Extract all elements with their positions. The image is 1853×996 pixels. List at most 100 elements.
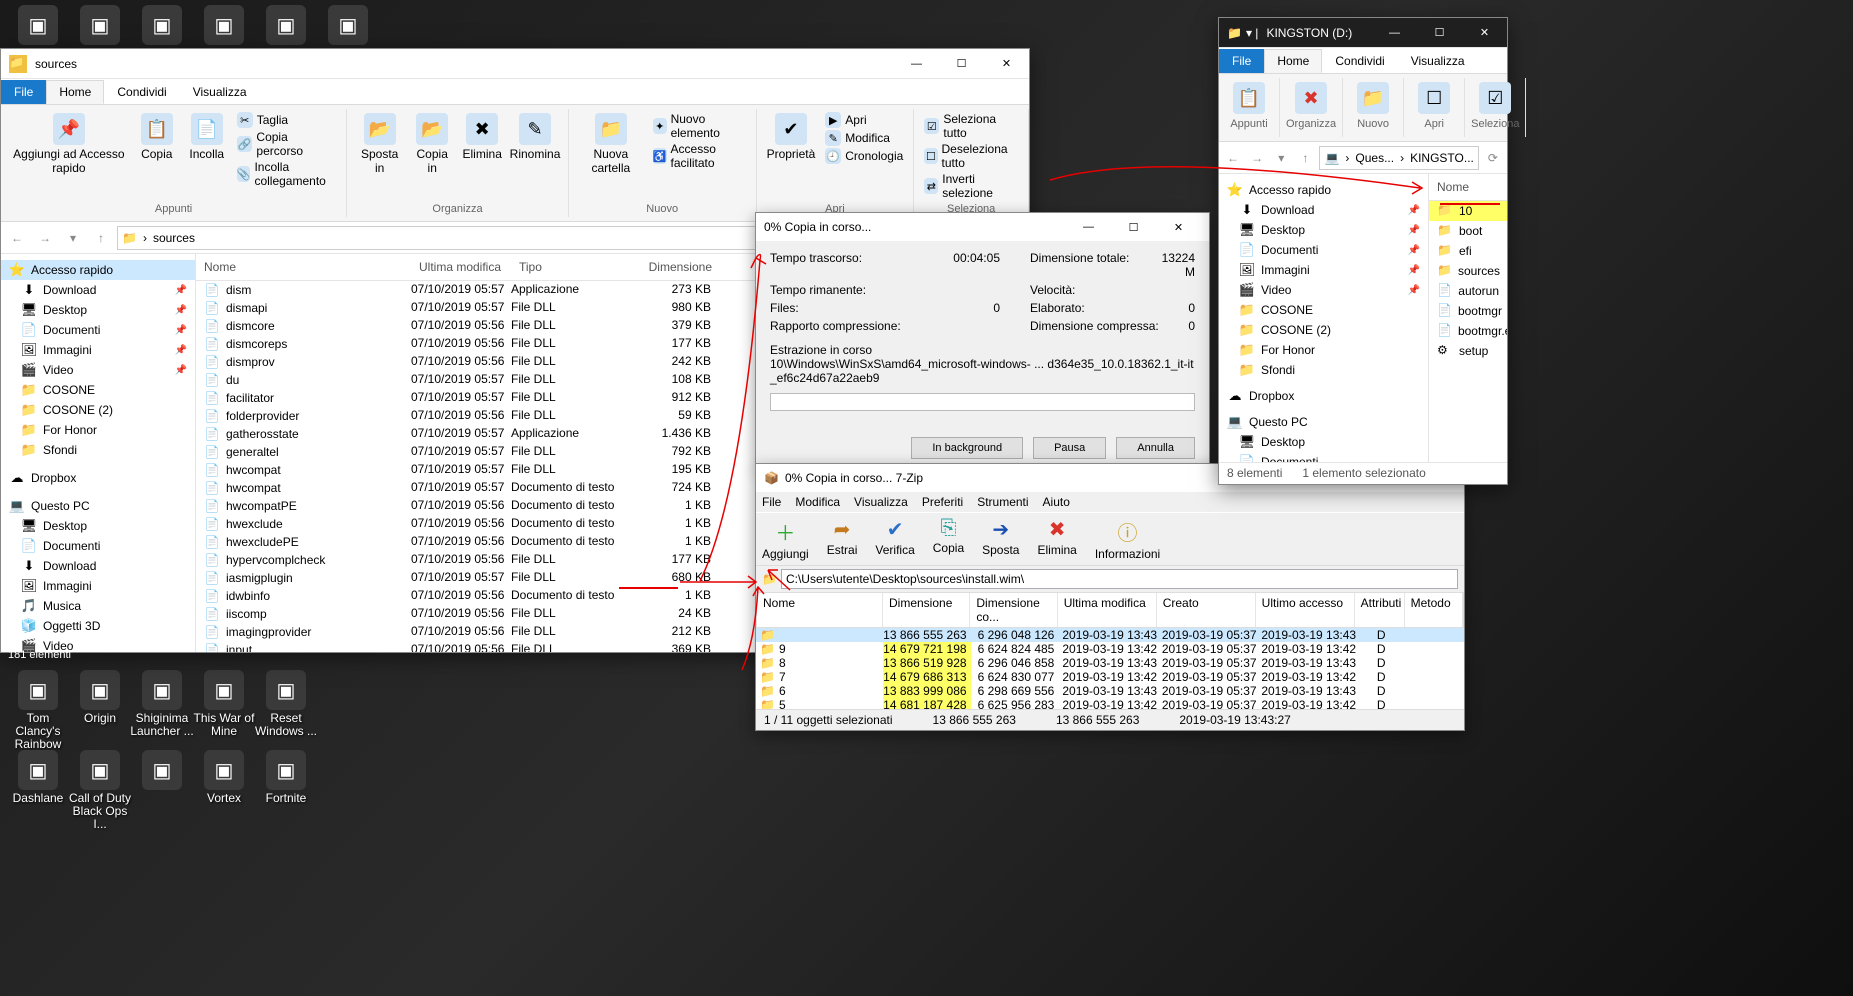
nav-quick[interactable]: ⭐Accesso rapido	[1, 260, 195, 280]
properties-button[interactable]: ✔Proprietà	[763, 111, 820, 201]
file-row[interactable]: 📄bootmgr	[1429, 301, 1507, 321]
organize-group[interactable]: ✖	[1287, 80, 1335, 116]
nav-pcdownload[interactable]: ⬇Download	[1, 556, 195, 576]
tab-view[interactable]: Visualizza	[1398, 49, 1478, 73]
background-button[interactable]: In background	[911, 437, 1023, 459]
nav-pcdesktop[interactable]: 🖥Desktop	[1, 516, 195, 536]
archive-row[interactable]: 📁914 679 721 1986 624 824 4852019-03-19 …	[756, 642, 1464, 656]
toolbar-estrai-button[interactable]: ➦Estrai	[827, 517, 858, 561]
nav-quick[interactable]: ⭐Accesso rapido	[1219, 180, 1428, 200]
edit-button[interactable]: ✎Modifica	[821, 129, 907, 147]
nav-thispc[interactable]: 💻Questo PC	[1, 496, 195, 516]
file-row[interactable]: ⚙setup	[1429, 341, 1507, 361]
open-group[interactable]: ☐	[1410, 80, 1458, 116]
minimize-button[interactable]: —	[894, 49, 939, 79]
tab-share[interactable]: Condividi	[1322, 49, 1397, 73]
forward-button[interactable]: →	[33, 226, 57, 250]
minimize-button[interactable]: —	[1372, 18, 1417, 48]
refresh-button[interactable]: ⟳	[1483, 146, 1503, 170]
desktop-icon[interactable]: ▣Fortnite	[254, 750, 318, 805]
archive-row[interactable]: 📁813 866 519 9286 296 046 8582019-03-19 …	[756, 656, 1464, 670]
col-type[interactable]: Tipo	[511, 254, 631, 280]
nav-dropbox[interactable]: ☁Dropbox	[1, 468, 195, 488]
deselect-all-button[interactable]: ☐Deseleziona tutto	[920, 141, 1022, 171]
nav-pcpictures[interactable]: 🖼Immagini	[1, 576, 195, 596]
menu-aiuto[interactable]: Aiuto	[1043, 495, 1070, 509]
nav-video[interactable]: 🎬Video📌	[1219, 280, 1428, 300]
file-row[interactable]: 📁sources	[1429, 261, 1507, 281]
pause-button[interactable]: Pausa	[1033, 437, 1106, 459]
toolbar-sposta-button[interactable]: ➔Sposta	[982, 517, 1019, 561]
tab-home[interactable]: Home	[46, 80, 104, 104]
col-header[interactable]: Ultimo accesso	[1256, 593, 1355, 627]
menu-visualizza[interactable]: Visualizza	[854, 495, 908, 509]
tab-file[interactable]: File	[1219, 49, 1264, 73]
menu-modifica[interactable]: Modifica	[795, 495, 840, 509]
menu-file[interactable]: File	[762, 495, 781, 509]
desktop-icon[interactable]: ▣Origin	[68, 670, 132, 725]
nav-pc3d[interactable]: 🧊Oggetti 3D	[1, 616, 195, 636]
archive-row[interactable]: 📁514 681 187 4286 625 956 2832019-03-19 …	[756, 698, 1464, 709]
nav-sfondi[interactable]: 📁Sfondi	[1, 440, 195, 460]
minimize-button[interactable]: —	[1066, 212, 1111, 242]
maximize-button[interactable]: ☐	[1417, 18, 1462, 48]
new-item-button[interactable]: ✦Nuovo elemento	[649, 111, 750, 141]
nav-cosone2[interactable]: 📁COSONE (2)	[1, 400, 195, 420]
open-button[interactable]: ▶Apri	[821, 111, 907, 129]
menu-strumenti[interactable]: Strumenti	[977, 495, 1028, 509]
desktop-icon[interactable]: ▣Reset Windows ...	[254, 670, 318, 738]
toolbar-elimina-button[interactable]: ✖Elimina	[1037, 517, 1076, 561]
nav-pcdocs[interactable]: 📄Documenti	[1219, 452, 1428, 462]
nav-pictures[interactable]: 🖼Immagini📌	[1, 340, 195, 360]
close-button[interactable]: ✕	[1462, 18, 1507, 48]
menu-preferiti[interactable]: Preferiti	[922, 495, 963, 509]
nav-desktop[interactable]: 🖥Desktop📌	[1219, 220, 1428, 240]
maximize-button[interactable]: ☐	[939, 49, 984, 79]
up-button[interactable]: ↑	[89, 226, 113, 250]
nav-download[interactable]: ⬇Download📌	[1219, 200, 1428, 220]
col-header[interactable]: Ultima modifica	[1058, 593, 1157, 627]
cancel-button[interactable]: Annulla	[1116, 437, 1195, 459]
back-button[interactable]: ←	[5, 226, 29, 250]
tab-file[interactable]: File	[1, 80, 46, 104]
col-header[interactable]: Metodo	[1405, 593, 1463, 627]
nav-thispc[interactable]: 💻Questo PC	[1219, 412, 1428, 432]
delete-button[interactable]: ✖Elimina	[458, 111, 506, 201]
paste-shortcut-button[interactable]: 📎Incolla collegamento	[233, 159, 340, 189]
up-button[interactable]: ↑	[1295, 146, 1315, 170]
col-name[interactable]: Nome	[1429, 174, 1507, 200]
close-button[interactable]: ✕	[1156, 212, 1201, 242]
col-header[interactable]: Dimensione co...	[970, 593, 1057, 627]
select-all-button[interactable]: ☑Seleziona tutto	[920, 111, 1022, 141]
desktop-icon[interactable]: ▣Dashlane	[6, 750, 70, 805]
col-name[interactable]: Nome	[196, 254, 411, 280]
file-row[interactable]: 📄bootmgr.efi	[1429, 321, 1507, 341]
forward-button[interactable]: →	[1247, 146, 1267, 170]
address-bar[interactable]: 💻›Ques...›KINGSTO...	[1319, 146, 1478, 170]
tab-view[interactable]: Visualizza	[180, 80, 260, 104]
folder-up-icon[interactable]: 📁	[762, 572, 777, 586]
nav-pcmusic[interactable]: 🎵Musica	[1, 596, 195, 616]
desktop-icon[interactable]: ▣This War of Mine	[192, 670, 256, 738]
nav-pcdocs[interactable]: 📄Documenti	[1, 536, 195, 556]
col-modified[interactable]: Ultima modifica	[411, 254, 511, 280]
move-to-button[interactable]: 📂Sposta in	[353, 111, 406, 201]
file-row[interactable]: 📁boot	[1429, 221, 1507, 241]
tab-home[interactable]: Home	[1264, 49, 1322, 73]
address-input[interactable]	[781, 569, 1458, 589]
invert-selection-button[interactable]: ⇄Inverti selezione	[920, 171, 1022, 201]
desktop-icon[interactable]: ▣Call of Duty Black Ops I...	[68, 750, 132, 832]
new-folder-button[interactable]: 📁Nuova cartella	[575, 111, 647, 201]
toolbar-copia-button[interactable]: ⎘Copia	[933, 517, 964, 561]
rename-button[interactable]: ✎Rinomina	[508, 111, 562, 201]
nav-pictures[interactable]: 🖼Immagini📌	[1219, 260, 1428, 280]
nav-documents[interactable]: 📄Documenti📌	[1219, 240, 1428, 260]
toolbar-informazioni-button[interactable]: ⓘInformazioni	[1095, 517, 1160, 561]
nav-desktop[interactable]: 🖥Desktop📌	[1, 300, 195, 320]
copy-to-button[interactable]: 📂Copia in	[408, 111, 456, 201]
toolbar-aggiungi-button[interactable]: ＋Aggiungi	[762, 517, 809, 561]
col-size[interactable]: Dimensione	[631, 254, 721, 280]
history-button[interactable]: 🕘Cronologia	[821, 147, 907, 165]
nav-download[interactable]: ⬇Download📌	[1, 280, 195, 300]
nav-cosone[interactable]: 📁COSONE	[1219, 300, 1428, 320]
